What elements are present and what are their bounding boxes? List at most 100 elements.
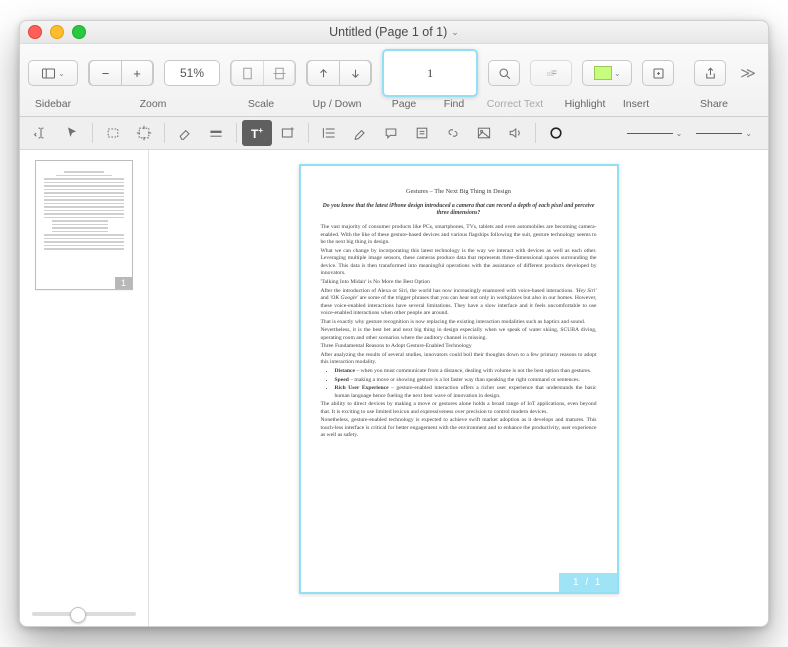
insert-button[interactable] (642, 60, 674, 86)
crop-tool[interactable] (129, 120, 159, 146)
page-up-button[interactable] (307, 60, 339, 86)
arrow-up-icon (316, 66, 331, 81)
area-select-tool[interactable] (98, 120, 128, 146)
thumbnail-sidebar: 1 (20, 150, 149, 626)
document-page[interactable]: Gestures – The Next Big Thing in Design … (299, 164, 619, 594)
highlight-swatch (594, 66, 612, 80)
page-view[interactable]: Gestures – The Next Big Thing in Design … (149, 150, 768, 626)
zoom-window-button[interactable] (72, 25, 86, 39)
sidebar-button[interactable]: ⌄ (28, 60, 78, 86)
line-spacing-tool[interactable] (314, 120, 344, 146)
thumbnail-size-slider[interactable] (32, 612, 136, 616)
share-button[interactable] (694, 60, 726, 86)
correct-text-label: Correct Text (480, 98, 550, 110)
highlighter-icon (352, 125, 368, 141)
format-toolbar: T+ ⌄ ⌄ (20, 117, 768, 150)
comment-tool[interactable] (376, 120, 406, 146)
line-style-group: ⌄ ⌄ (572, 129, 762, 138)
page-number-field[interactable]: 1 (382, 49, 478, 97)
note-tool[interactable] (407, 120, 437, 146)
titlebar: Untitled (Page 1 of 1) ⌄ (20, 21, 768, 44)
content-area: 1 Gestures – The Next Big Thing in Desig… (20, 150, 768, 626)
highlight-button[interactable]: ⌄ (582, 60, 632, 86)
eraser-tool[interactable] (170, 120, 200, 146)
chevron-down-icon: ⌄ (451, 27, 459, 38)
line-weight-button[interactable]: ⌄ (627, 129, 683, 138)
toolbar-overflow-button[interactable]: ≫ (736, 64, 760, 82)
circle-icon (548, 125, 564, 141)
text-cursor-icon (33, 125, 49, 141)
window-title-button[interactable]: Untitled (Page 1 of 1) ⌄ (329, 25, 459, 39)
zoom-out-button[interactable]: − (89, 60, 121, 86)
share-icon (703, 66, 718, 81)
updown-label: Up / Down (304, 98, 370, 110)
add-textbox-tool[interactable] (273, 120, 303, 146)
app-window: Untitled (Page 1 of 1) ⌄ ⌄ − + 51% (19, 20, 769, 627)
thumbnail-page-number: 1 (115, 277, 132, 289)
slider-knob[interactable] (70, 607, 86, 623)
correct-text-icon: ab (544, 66, 559, 81)
scale-fit-button[interactable] (263, 60, 295, 86)
audio-tool[interactable] (500, 120, 530, 146)
list-item: Distance – when you must communicate fro… (335, 368, 597, 376)
doc-lead: Do you know that the latest iPhone desig… (321, 203, 597, 219)
page-thumbnail[interactable]: 1 (35, 160, 133, 290)
zoom-label: Zoom (88, 98, 218, 110)
list-item: Speed – making a move or showing gesture… (335, 377, 597, 385)
updown-group (306, 60, 372, 86)
doc-p5: Nevertheless, it is the best bet and nex… (321, 327, 597, 342)
arrow-down-icon (348, 66, 363, 81)
textbox-icon (280, 125, 296, 141)
highlight-label: Highlight (560, 98, 610, 110)
doc-p6: After analyzing the results of several s… (321, 352, 597, 367)
find-label: Find (438, 98, 470, 110)
find-button[interactable] (488, 60, 520, 86)
crop-icon (136, 125, 152, 141)
highlighter-tool[interactable] (345, 120, 375, 146)
scale-label: Scale (228, 98, 294, 110)
link-icon (445, 125, 461, 141)
insert-label: Insert (620, 98, 652, 110)
link-tool[interactable] (438, 120, 468, 146)
redact-icon (208, 125, 224, 141)
correct-text-button[interactable]: ab (530, 60, 572, 86)
main-toolbar: ⌄ − + 51% 1 ab (20, 44, 768, 117)
scale-fit-icon (240, 66, 255, 81)
page-badge: 1 / 1 (559, 573, 616, 593)
window-title: Untitled (Page 1 of 1) (329, 25, 447, 39)
redact-tool[interactable] (201, 120, 231, 146)
zoom-group: − + (88, 60, 154, 86)
doc-p3: After the introduction of Alexa or Siri,… (321, 288, 597, 318)
sidebar-label: Sidebar (28, 98, 78, 110)
speaker-icon (507, 125, 523, 141)
scale-width-icon (272, 66, 287, 81)
search-icon (497, 66, 512, 81)
share-label: Share (692, 98, 736, 110)
doc-p4: That is exactly why gesture recognition … (321, 319, 597, 327)
doc-h2b: Three Fundamental Reasons to Adopt Gestu… (321, 343, 597, 351)
pointer-tool[interactable] (57, 120, 87, 146)
doc-p8: Nonetheless, gesture-enabled technology … (321, 417, 597, 440)
doc-p7: The ability to direct devices by making … (321, 401, 597, 416)
doc-h2a: 'Talking Into Midair' is No More the Bes… (321, 279, 597, 287)
pointer-icon (64, 125, 80, 141)
text-select-tool[interactable] (26, 120, 56, 146)
add-text-tool[interactable]: T+ (242, 120, 272, 146)
shape-color-tool[interactable] (541, 120, 571, 146)
doc-p2: What we can change by incorporating this… (321, 248, 597, 278)
zoom-in-button[interactable]: + (121, 60, 153, 86)
zoom-value-button[interactable]: 51% (164, 60, 220, 86)
doc-p1: The vast majority of consumer products l… (321, 224, 597, 247)
minimize-window-button[interactable] (50, 25, 64, 39)
chevron-down-icon: ⌄ (58, 69, 65, 78)
page-down-button[interactable] (339, 60, 371, 86)
image-tool[interactable] (469, 120, 499, 146)
doc-list: Distance – when you must communicate fro… (335, 368, 597, 400)
doc-title: Gestures – The Next Big Thing in Design (321, 188, 597, 197)
close-window-button[interactable] (28, 25, 42, 39)
scale-actual-button[interactable] (231, 60, 263, 86)
line-style-button[interactable]: ⌄ (696, 129, 752, 138)
thumbnail-preview (44, 171, 124, 279)
insert-icon (651, 66, 666, 81)
line-spacing-icon (321, 125, 337, 141)
